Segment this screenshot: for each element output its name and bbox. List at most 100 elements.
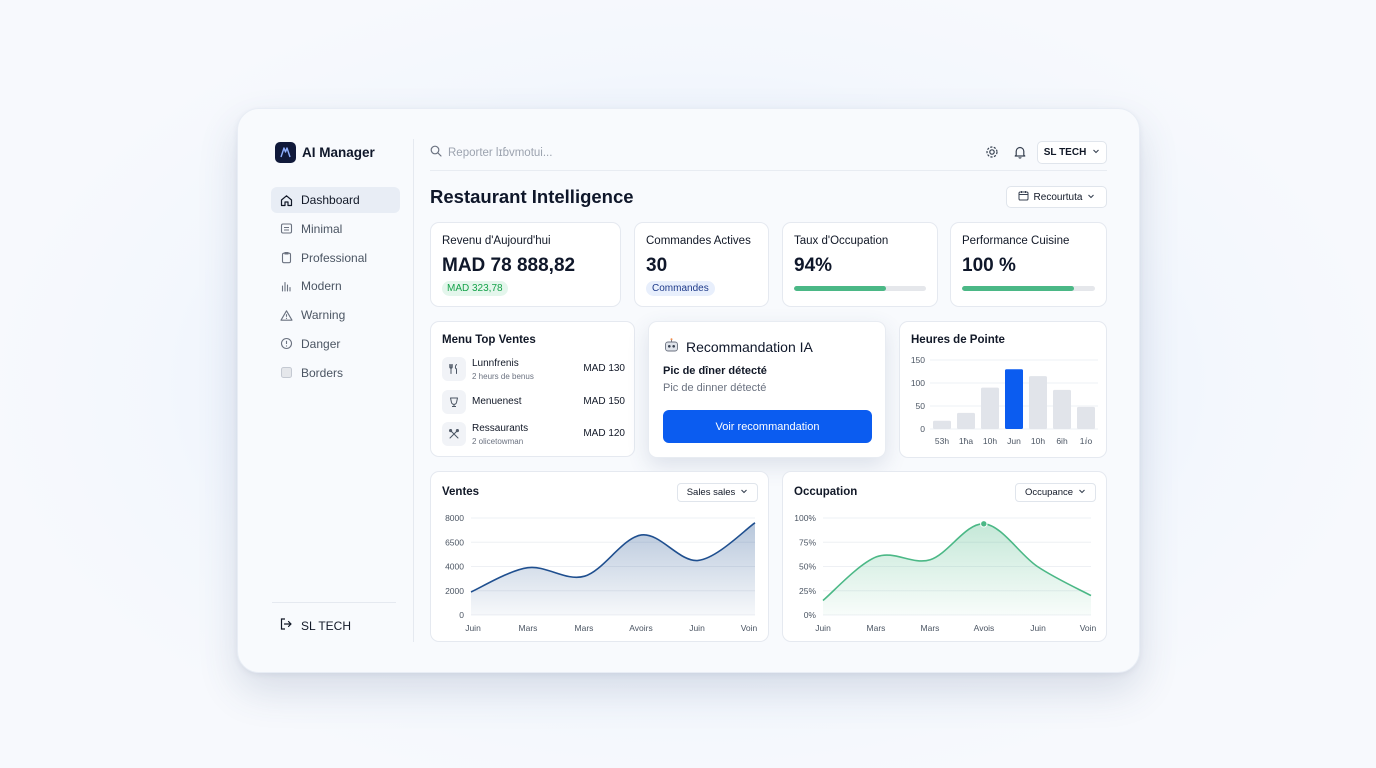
menu-item-price: MAD 150 bbox=[583, 396, 625, 407]
sidebar-divider bbox=[272, 602, 396, 603]
bell-icon bbox=[1013, 146, 1027, 163]
logout-button[interactable]: SL TECH bbox=[279, 617, 351, 634]
sidebar-item-minimal[interactable]: Minimal bbox=[271, 216, 400, 242]
settings-button[interactable] bbox=[985, 145, 999, 164]
kpi-label: Commandes Actives bbox=[646, 235, 751, 247]
x-tick-label: Avois bbox=[974, 623, 995, 633]
search-input[interactable]: Reporter lɪɓvmotui... bbox=[448, 147, 552, 159]
x-tick-label: 1ⅈo bbox=[1080, 436, 1093, 446]
org-dropdown[interactable]: SL TECH bbox=[1037, 141, 1107, 164]
list-item[interactable]: Menuenest MAD 150 bbox=[442, 389, 625, 415]
app-name: AI Manager bbox=[302, 145, 375, 160]
menu-item-price: MAD 120 bbox=[583, 428, 625, 439]
kpi-label: Taux d'Occupation bbox=[794, 235, 889, 247]
x-tick-label: 10h bbox=[983, 436, 997, 446]
page-title: Restaurant Intelligence bbox=[430, 186, 634, 207]
org-label: SL TECH bbox=[1043, 147, 1087, 158]
area-fill bbox=[823, 523, 1091, 615]
bar bbox=[981, 387, 999, 429]
kpi-card-orders[interactable]: Commandes Actives 30 Commandes bbox=[634, 222, 769, 307]
kitchen-progress-fill bbox=[962, 286, 1074, 291]
list-item[interactable]: Lunnfrenis 2 heurs de benus MAD 130 bbox=[442, 356, 625, 382]
bar bbox=[1077, 406, 1095, 429]
header-divider bbox=[430, 170, 1107, 171]
y-tick-label: 8000 bbox=[445, 513, 464, 523]
app-logo-icon bbox=[275, 142, 296, 163]
gear-icon bbox=[985, 146, 999, 163]
kpi-card-revenue[interactable]: Revenu d'Aujourd'hui MAD 78 888,82 MAD 3… bbox=[430, 222, 621, 307]
ai-recommendation-card: Recommandation IA Pic de dîner détecté P… bbox=[648, 321, 886, 458]
occupancy-progress-fill bbox=[794, 286, 887, 291]
x-tick-label: Mars bbox=[921, 623, 940, 633]
orders-badge: Commandes bbox=[646, 281, 715, 296]
revenue-badge: MAD 323,78 bbox=[442, 281, 508, 296]
y-tick-label: 75% bbox=[799, 537, 816, 547]
list-icon bbox=[279, 222, 293, 236]
logout-label: SL TECH bbox=[301, 618, 352, 633]
utensils-icon bbox=[442, 357, 466, 381]
data-point bbox=[980, 520, 988, 528]
warning-icon bbox=[279, 308, 293, 322]
date-filter-label: Recourtuta bbox=[1033, 191, 1083, 203]
kpi-card-occupancy[interactable]: Taux d'Occupation 94% bbox=[782, 222, 938, 307]
sidebar-item-label: Minimal bbox=[301, 221, 343, 236]
menu-item-name: Menuenest bbox=[472, 396, 522, 407]
y-tick-label: 50 bbox=[916, 401, 926, 411]
menu-item-name: Ressaurants bbox=[472, 423, 529, 434]
y-tick-label: 100 bbox=[911, 378, 925, 388]
sidebar-item-label: Danger bbox=[301, 336, 341, 351]
y-tick-label: 0 bbox=[459, 610, 464, 620]
peak-hours-chart: 150 100 50 0 53h 1ħa 10h Jun 10h 6ih 1ⅈo bbox=[911, 355, 1098, 446]
y-tick-label: 4000 bbox=[445, 562, 464, 572]
date-filter-dropdown[interactable]: Recourtuta bbox=[1006, 186, 1107, 208]
kpi-value: 100 % bbox=[962, 255, 1016, 276]
y-tick-label: 100% bbox=[794, 513, 816, 523]
sidebar-item-borders[interactable]: Borders bbox=[271, 360, 400, 386]
bar bbox=[1029, 376, 1047, 429]
x-tick-label: Juin bbox=[1030, 623, 1046, 633]
reco-subtitle: Pic de dinner détecté bbox=[663, 382, 767, 394]
occupation-chart: 100% 75% 50% 25% 0% Juin Mars Mars Avois Juin Voin bbox=[794, 513, 1097, 633]
clipboard-icon bbox=[279, 251, 293, 265]
chevron-down-icon bbox=[1087, 192, 1095, 203]
x-tick-label: Juin bbox=[815, 623, 831, 633]
sidebar-item-label: Modern bbox=[301, 279, 342, 294]
app-window: AI Manager Dashboard Minimal Professiona… bbox=[237, 108, 1140, 673]
y-tick-label: 0 bbox=[920, 424, 925, 434]
kpi-card-kitchen[interactable]: Performance Cuisine 100 % bbox=[950, 222, 1107, 307]
x-tick-label: Mars bbox=[867, 623, 886, 633]
notifications-button[interactable] bbox=[1013, 145, 1027, 164]
home-icon bbox=[279, 193, 293, 207]
x-tick-label: Voin bbox=[1080, 623, 1097, 633]
sidebar-item-dashboard[interactable]: Dashboard bbox=[271, 187, 400, 213]
bar bbox=[1005, 369, 1023, 429]
menu-item-name: Lunnfrenis bbox=[472, 358, 519, 369]
sidebar-item-label: Dashboard bbox=[301, 193, 360, 207]
chevron-down-icon bbox=[1092, 147, 1100, 158]
x-tick-label: Juin bbox=[689, 623, 705, 633]
view-recommendation-button[interactable]: Voir recommandation bbox=[663, 410, 872, 443]
menu-item-sub: 2 heurs de benus bbox=[472, 372, 534, 381]
y-tick-label: 25% bbox=[799, 586, 816, 596]
x-tick-label: 6ih bbox=[1056, 436, 1068, 446]
x-tick-label: Juin bbox=[465, 623, 481, 633]
sidebar-item-label: Borders bbox=[301, 365, 344, 380]
menu-item-price: MAD 130 bbox=[583, 363, 625, 374]
sidebar-item-modern[interactable]: Modern bbox=[271, 273, 400, 299]
x-tick-label: 53h bbox=[935, 436, 949, 446]
sales-chart: 80006500400020000Juin Mars Mars Avoirs Juin V… bbox=[445, 513, 757, 633]
reco-title-text: Recommandation IA bbox=[686, 339, 813, 355]
sidebar-item-warning[interactable]: Warning bbox=[271, 302, 400, 328]
top-menu-title: Menu Top Ventes bbox=[442, 334, 536, 346]
x-tick-label: 10h bbox=[1031, 436, 1045, 446]
calendar-icon bbox=[1018, 190, 1029, 204]
search-bar[interactable]: Reporter lɪɓvmotui... bbox=[430, 145, 552, 160]
sidebar-item-professional[interactable]: Professional bbox=[271, 245, 400, 271]
utensils-icon bbox=[442, 422, 466, 446]
brand[interactable]: AI Manager bbox=[275, 142, 375, 163]
list-item[interactable]: Ressaurants 2 olicetowman MAD 120 bbox=[442, 421, 625, 447]
robot-icon bbox=[663, 337, 680, 357]
sidebar-border bbox=[413, 139, 414, 642]
kpi-value: 30 bbox=[646, 255, 668, 276]
sidebar-item-danger[interactable]: Danger bbox=[271, 331, 400, 357]
